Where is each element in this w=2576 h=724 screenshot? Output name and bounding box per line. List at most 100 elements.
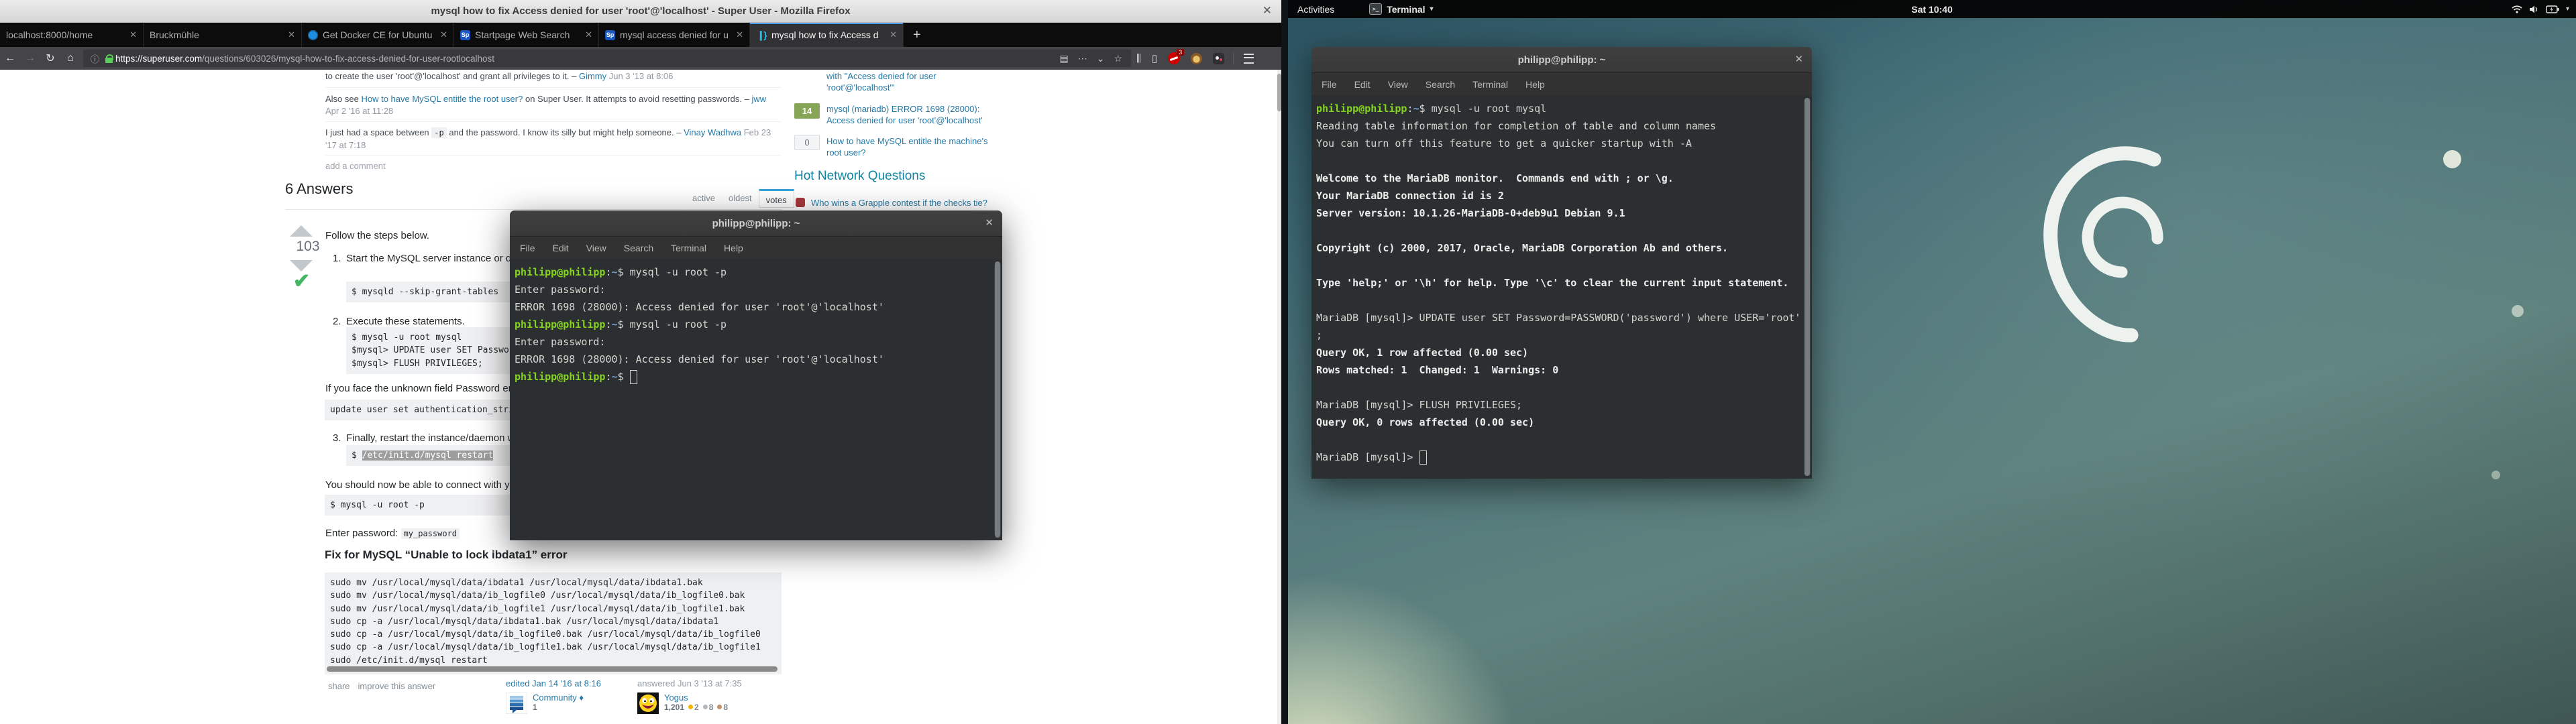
add-comment-link[interactable]: add a comment — [325, 161, 386, 171]
related-question-link[interactable]: mysql (mariadb) ERROR 1698 (28000): Acce… — [826, 103, 1002, 126]
system-tray[interactable]: ▾ — [2512, 5, 2569, 14]
related-question-link[interactable]: How to have MySQL entitle the machine's … — [826, 135, 1002, 158]
new-tab-button[interactable]: + — [904, 23, 930, 47]
tab-bruckmuehle[interactable]: Bruckmühle ✕ — [144, 23, 302, 47]
privacy-badger-icon[interactable] — [1213, 53, 1224, 64]
bookmark-star-icon[interactable]: ☆ — [1114, 53, 1122, 64]
yogus-username[interactable]: Yogus — [664, 692, 728, 703]
fix-heading: Fix for MySQL “Unable to lock ibdata1” e… — [325, 548, 567, 562]
menu-search[interactable]: Search — [1426, 79, 1455, 90]
library-icon[interactable]: ⫼ — [1136, 53, 1141, 64]
clock[interactable]: Sat 10:40 — [1911, 4, 1952, 15]
url-bar[interactable]: ⓘ https://superuser.com/questions/603026… — [83, 50, 1131, 67]
yogus-rep: 1,201288 — [664, 703, 728, 712]
sidebar-toggle-icon[interactable]: ▯ — [1152, 52, 1157, 64]
tab-close-icon[interactable]: ✕ — [890, 29, 897, 40]
share-link[interactable]: share — [328, 681, 350, 691]
tab-close-icon[interactable]: ✕ — [585, 29, 592, 40]
terminal-menubar: File Edit View Search Terminal Help — [510, 237, 1002, 259]
forward-icon[interactable]: → — [20, 52, 40, 64]
https-lock-icon[interactable] — [105, 54, 113, 63]
back-icon[interactable]: ← — [0, 52, 20, 64]
firefox-tabbar: localhost:8000/home ✕ Bruckmühle ✕ Get D… — [0, 23, 1281, 47]
community-avatar[interactable] — [506, 692, 527, 714]
upvote-icon[interactable] — [290, 225, 313, 237]
sort-tab-active[interactable]: active — [686, 189, 722, 208]
answers-heading: 6 Answers — [285, 180, 354, 198]
code-ibdata-fix[interactable]: sudo mv /usr/local/mysql/data/ibdata1 /u… — [325, 572, 782, 674]
comment[interactable]: to create the user 'root'@'localhost' an… — [325, 70, 782, 82]
tab-localhost[interactable]: localhost:8000/home ✕ — [0, 23, 144, 47]
sort-tab-oldest[interactable]: oldest — [722, 189, 759, 208]
pocket-icon[interactable]: ⌄ — [1097, 53, 1105, 64]
adblock-icon[interactable]: 3 — [1168, 52, 1180, 64]
terminal-window-left[interactable]: philipp@philipp: ~ ✕ File Edit View Sear… — [510, 210, 1002, 540]
tab-close-icon[interactable]: ✕ — [440, 29, 447, 40]
firefox-titlebar[interactable]: mysql how to fix Access denied for user … — [0, 0, 1281, 23]
terminal-scrollbar[interactable] — [1804, 98, 1811, 476]
menu-file[interactable]: File — [1322, 79, 1337, 90]
tab-close-icon[interactable]: ✕ — [736, 29, 743, 40]
menu-search[interactable]: Search — [624, 243, 653, 253]
code-hscrollbar[interactable] — [327, 666, 777, 672]
terminal-scrollbar[interactable] — [994, 261, 1001, 538]
page-scrollbar-thumb[interactable] — [1277, 74, 1281, 111]
terminal-titlebar[interactable]: philipp@philipp: ~ ✕ — [1311, 47, 1812, 73]
page-scrollbar-track[interactable] — [1277, 70, 1281, 724]
bronze-badge-icon — [717, 705, 722, 709]
refresh-icon[interactable]: ↻ — [40, 52, 60, 65]
activities-button[interactable]: Activities — [1297, 4, 1334, 15]
menu-view[interactable]: View — [586, 243, 606, 253]
terminal-menubar: File Edit View Search Terminal Help — [1311, 73, 1812, 96]
tab-close-icon[interactable]: ✕ — [129, 29, 137, 40]
menu-file[interactable]: File — [520, 243, 535, 253]
silver-badge-icon — [703, 705, 708, 709]
terminal-close-icon[interactable]: ✕ — [1794, 53, 1803, 65]
home-icon[interactable]: ⌂ — [60, 52, 80, 64]
yogus-avatar[interactable] — [637, 692, 659, 714]
answered-date: answered Jun 3 '13 at 7:35 — [637, 678, 742, 688]
firefox-navbar: ← → ↻ ⌂ ⓘ https://superuser.com/question… — [0, 47, 1281, 70]
menu-help[interactable]: Help — [1525, 79, 1545, 90]
terminal-output[interactable]: philipp@philipp:~$ mysql -u root mysqlRe… — [1311, 95, 1812, 479]
terminal-titlebar[interactable]: philipp@philipp: ~ ✕ — [510, 210, 1002, 237]
site-info-icon[interactable]: ⓘ — [91, 52, 99, 65]
gnome-top-bar: Activities >_ Terminal ▾ Sat 10:40 ▾ — [1288, 0, 2576, 18]
answered-card: answered Jun 3 '13 at 7:35 Yogus 1,20128… — [637, 678, 742, 714]
tab-docker[interactable]: Get Docker CE for Ubuntu ✕ — [302, 23, 454, 47]
terminal-close-icon[interactable]: ✕ — [985, 217, 994, 229]
related-question-link[interactable]: with "Access denied for user 'root'@'loc… — [826, 70, 1002, 93]
tab-startpage[interactable]: Sp Startpage Web Search ✕ — [454, 23, 599, 47]
comment[interactable]: I just had a space between -p and the pa… — [325, 127, 782, 151]
menu-hamburger-icon[interactable] — [1244, 54, 1254, 64]
tab-mysql-search[interactable]: Sp mysql access denied for u ✕ — [599, 23, 750, 47]
terminal-output[interactable]: philipp@philipp:~$ mysql -u root -pEnter… — [510, 259, 1002, 540]
greasemonkey-icon[interactable] — [1191, 53, 1202, 64]
focused-app-menu[interactable]: >_ Terminal ▾ — [1369, 3, 1433, 15]
menu-terminal[interactable]: Terminal — [671, 243, 706, 253]
chevron-down-icon: ▾ — [2566, 5, 2569, 13]
community-username[interactable]: Community ♦ — [533, 692, 584, 703]
edited-link[interactable]: edited Jan 14 '16 at 8:16 — [506, 678, 601, 688]
comment[interactable]: Also see How to have MySQL entitle the r… — [325, 93, 782, 117]
sort-tab-votes[interactable]: votes — [759, 189, 794, 208]
tab-superuser-active[interactable]: ❙} mysql how to fix Access d ✕ — [750, 23, 904, 47]
window-close-icon[interactable]: ✕ — [1263, 4, 1272, 17]
accepted-check-icon: ✔ — [293, 269, 310, 293]
hot-network-question[interactable]: Who wins a Grapple contest if the checks… — [796, 197, 997, 208]
reader-mode-icon[interactable]: ▤ — [1059, 53, 1068, 64]
page-actions-icon[interactable]: ⋯ — [1078, 53, 1087, 64]
battery-icon — [2546, 5, 2559, 13]
chevron-down-icon: ▾ — [1430, 5, 1434, 13]
improve-link[interactable]: improve this answer — [358, 681, 436, 691]
terminal-window-right[interactable]: philipp@philipp: ~ ✕ File Edit View Sear… — [1311, 47, 1812, 479]
tab-close-icon[interactable]: ✕ — [288, 29, 295, 40]
menu-edit[interactable]: Edit — [553, 243, 569, 253]
url-text[interactable]: https://superuser.com/questions/603026/m… — [115, 54, 1055, 64]
menu-terminal[interactable]: Terminal — [1472, 79, 1508, 90]
menu-edit[interactable]: Edit — [1354, 79, 1371, 90]
menu-help[interactable]: Help — [724, 243, 743, 253]
wifi-icon — [2512, 5, 2522, 14]
menu-view[interactable]: View — [1388, 79, 1408, 90]
startpage-favicon-icon: Sp — [605, 30, 615, 40]
